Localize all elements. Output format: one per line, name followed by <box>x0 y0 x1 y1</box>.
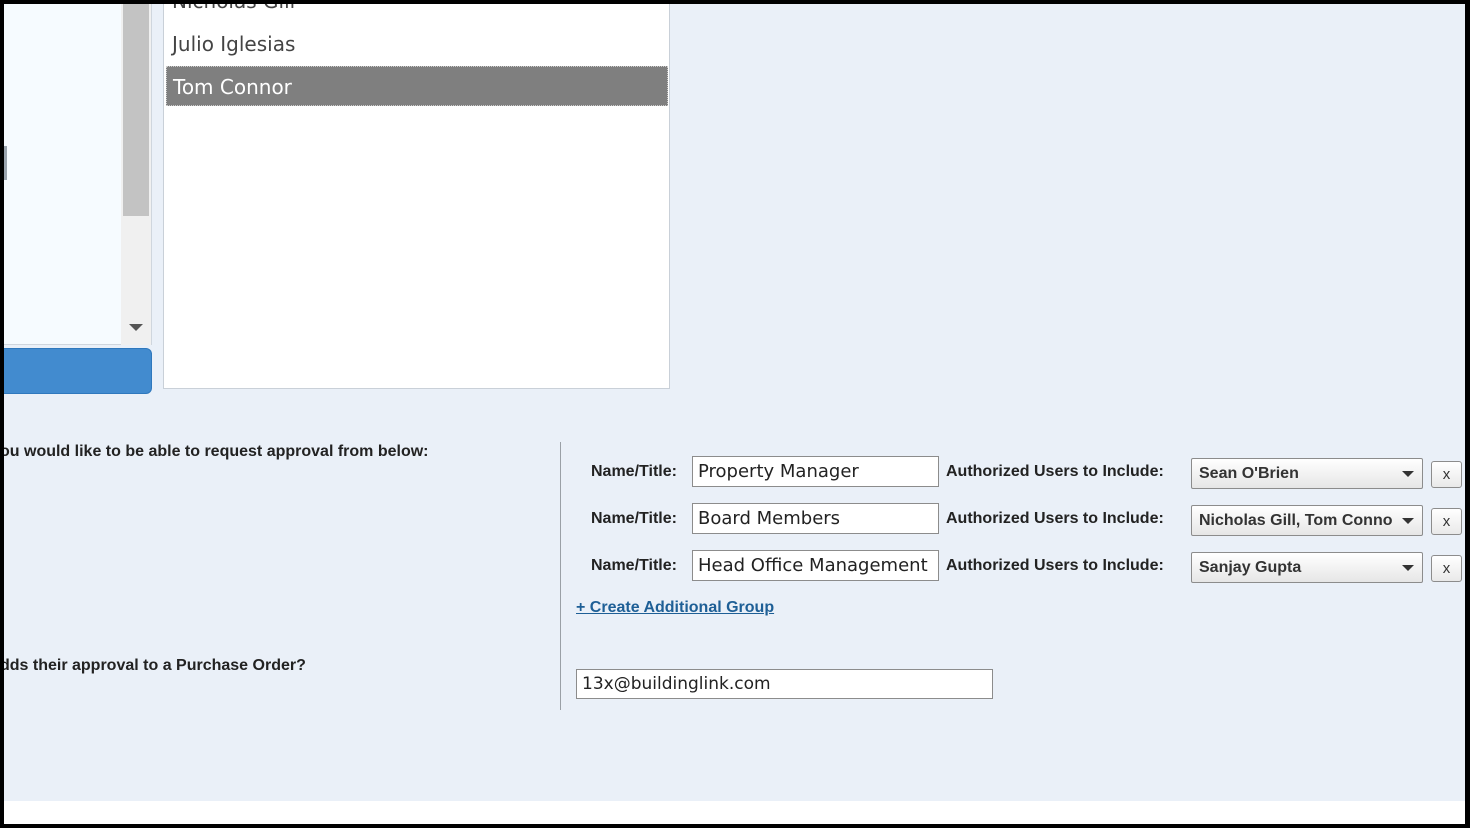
authorized-users-value: Sanjay Gupta <box>1199 559 1302 576</box>
name-title-input[interactable]: Head Office Management <box>692 550 939 581</box>
remove-group-button[interactable]: x <box>1431 461 1462 488</box>
list-edge-marker <box>4 146 7 180</box>
authorized-users-value: Nicholas Gill, Tom Connor <box>1199 512 1393 529</box>
authorized-users-select[interactable]: Sean O'Brien <box>1191 458 1423 489</box>
name-title-label: Name/Title: <box>591 510 677 527</box>
name-title-input[interactable]: Board Members <box>692 503 939 534</box>
chevron-down-icon <box>1402 471 1414 477</box>
authorized-users-label: Authorized Users to Include: <box>946 557 1164 574</box>
list-item-selected[interactable]: Tom Connor <box>166 66 668 106</box>
scroll-thumb[interactable] <box>123 4 149 216</box>
remove-group-button[interactable]: x <box>1431 508 1462 535</box>
name-title-input[interactable]: Property Manager <box>692 456 939 487</box>
authorized-users-select[interactable]: Sanjay Gupta <box>1191 552 1423 583</box>
notify-question: dds their approval to a Purchase Order? <box>4 657 306 674</box>
list-item[interactable]: Nicholas Gill <box>166 4 668 21</box>
authorized-users-label: Authorized Users to Include: <box>946 463 1164 480</box>
selected-users-list[interactable]: Nicholas Gill Julio Iglesias Tom Connor <box>163 4 670 389</box>
section-divider <box>560 442 561 710</box>
chevron-down-icon <box>1402 565 1414 571</box>
available-users-list[interactable] <box>4 4 152 345</box>
move-users-button[interactable] <box>4 348 152 394</box>
name-title-label: Name/Title: <box>591 557 677 574</box>
list-item[interactable]: Julio Iglesias <box>166 24 668 64</box>
authorized-users-label: Authorized Users to Include: <box>946 510 1164 527</box>
chevron-down-icon <box>1402 518 1414 524</box>
remove-group-button[interactable]: x <box>1431 555 1462 582</box>
approval-groups-question: ou would like to be able to request appr… <box>4 443 429 460</box>
notify-email-input[interactable]: 13x@buildinglink.com <box>576 669 993 699</box>
authorized-users-select[interactable]: Nicholas Gill, Tom Connor <box>1191 505 1423 536</box>
scrollbar[interactable] <box>121 4 151 345</box>
authorized-users-value: Sean O'Brien <box>1199 465 1299 482</box>
settings-panel: Nicholas Gill Julio Iglesias Tom Connor … <box>4 4 1465 801</box>
app-frame: Nicholas Gill Julio Iglesias Tom Connor … <box>4 4 1465 824</box>
create-additional-group-link[interactable]: + Create Additional Group <box>576 599 774 617</box>
name-title-label: Name/Title: <box>591 463 677 480</box>
scroll-down-arrow-icon[interactable] <box>129 324 143 331</box>
